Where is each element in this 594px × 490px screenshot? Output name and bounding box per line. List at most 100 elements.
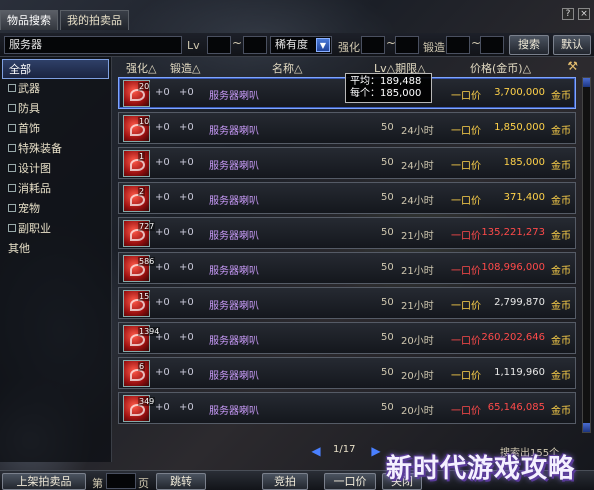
column-price[interactable]: 价格(金币)△ <box>470 60 531 76</box>
search-button[interactable]: 搜索 <box>509 35 549 55</box>
sidebar-item-jewelry[interactable]: 首饰 <box>0 119 111 139</box>
sidebar-item-all[interactable]: 全部 <box>2 59 109 79</box>
row-currency: 金币 <box>551 231 571 242</box>
jump-button[interactable]: 跳转 <box>156 473 206 490</box>
expand-icon[interactable] <box>8 104 16 112</box>
row-name: 服务器喇叭 <box>209 91 259 102</box>
prev-page-icon[interactable]: ◀ <box>309 444 323 458</box>
row-time: 24小时 <box>401 196 434 207</box>
table-row[interactable]: 15 +0 +0 服务器喇叭 50 21小时 一口价 2,799,870 金币 <box>118 287 576 319</box>
enhance-max-field[interactable] <box>395 36 419 54</box>
row-time: 21小时 <box>401 301 434 312</box>
table-row[interactable]: 349 +0 +0 服务器喇叭 50 20小时 一口价 65,146,085 金… <box>118 392 576 424</box>
row-name: 服务器喇叭 <box>209 196 259 207</box>
column-name[interactable]: 名称△ <box>272 60 302 76</box>
row-time: 21小时 <box>401 231 434 242</box>
row-price: 108,996,000 <box>481 262 545 273</box>
scroll-down-icon[interactable] <box>583 423 590 432</box>
item-quantity: 2 <box>138 187 146 196</box>
sidebar-item-blueprint[interactable]: 设计图 <box>0 159 111 179</box>
row-currency: 金币 <box>551 196 571 207</box>
sidebar-item-armor[interactable]: 防具 <box>0 99 111 119</box>
row-price: 1,850,000 <box>494 122 545 133</box>
row-currency: 金币 <box>551 91 571 102</box>
default-button[interactable]: 默认 <box>553 35 591 55</box>
tab-my-auctions[interactable]: 我的拍卖品 <box>60 10 129 30</box>
row-time: 21小时 <box>401 266 434 277</box>
tab-item-search[interactable]: 物品搜索 <box>0 10 58 30</box>
row-price-type: 一口价 <box>451 231 481 242</box>
sidebar-item-special-equip[interactable]: 特殊装备 <box>0 139 111 159</box>
sidebar-item-label: 其他 <box>8 242 30 255</box>
lv-min-field[interactable] <box>207 36 231 54</box>
forge-max-field[interactable] <box>480 36 504 54</box>
row-name: 服务器喇叭 <box>209 231 259 242</box>
table-row[interactable]: 727 +0 +0 服务器喇叭 50 21小时 一口价 135,221,273 … <box>118 217 576 249</box>
enhance-label: 强化 <box>338 41 360 54</box>
row-price: 185,000 <box>503 157 545 168</box>
close-icon[interactable]: × <box>578 8 590 20</box>
page-indicator: 1/17 <box>333 444 356 455</box>
sidebar-item-weapon[interactable]: 武器 <box>0 79 111 99</box>
table-row[interactable]: 6 +0 +0 服务器喇叭 50 20小时 一口价 1,119,960 金币 <box>118 357 576 389</box>
sidebar-item-subclass[interactable]: 副职业 <box>0 219 111 239</box>
forge-min-field[interactable] <box>446 36 470 54</box>
buyout-button[interactable]: 一口价 <box>324 473 376 490</box>
expand-icon[interactable] <box>8 164 16 172</box>
row-name: 服务器喇叭 <box>209 161 259 172</box>
next-page-icon[interactable]: ▶ <box>369 444 383 458</box>
row-enhance: +0 <box>155 157 170 168</box>
row-level: 50 <box>381 402 394 413</box>
sidebar-item-label: 特殊装备 <box>18 142 62 155</box>
bid-button[interactable]: 竞拍 <box>262 473 308 490</box>
expand-icon[interactable] <box>8 124 16 132</box>
sidebar-item-label: 副职业 <box>18 222 51 235</box>
table-row[interactable]: 10 +0 +0 服务器喇叭 50 24小时 一口价 1,850,000 金币 <box>118 112 576 144</box>
column-enhance[interactable]: 强化△ <box>126 60 156 76</box>
scroll-up-icon[interactable] <box>583 78 590 87</box>
expand-icon[interactable] <box>8 84 16 92</box>
page-number-field[interactable] <box>106 473 136 489</box>
server-horn-icon: 349 <box>123 395 156 422</box>
item-quantity: 10 <box>138 117 151 126</box>
price-tooltip: 平均：189,488 每个：185,000 <box>345 73 432 103</box>
sidebar-item-label: 首饰 <box>18 122 40 135</box>
row-forge: +0 <box>179 87 194 98</box>
row-enhance: +0 <box>155 367 170 378</box>
expand-icon[interactable] <box>8 184 16 192</box>
row-name: 服务器喇叭 <box>209 266 259 277</box>
item-quantity: 586 <box>138 257 156 266</box>
rarity-select[interactable]: 稀有度 ▼ <box>270 36 332 54</box>
lv-max-field[interactable] <box>243 36 267 54</box>
sidebar-item-label: 武器 <box>18 82 40 95</box>
sidebar-item-consumable[interactable]: 消耗品 <box>0 179 111 199</box>
enhance-min-field[interactable] <box>361 36 385 54</box>
help-icon[interactable]: ? <box>562 8 574 20</box>
search-input[interactable]: 服务器 <box>4 36 182 54</box>
expand-icon[interactable] <box>8 224 16 232</box>
row-enhance: +0 <box>155 262 170 273</box>
page-suffix-label: 页 <box>138 477 149 490</box>
sidebar-item-other[interactable]: 其他 <box>0 239 111 259</box>
row-forge: +0 <box>179 157 194 168</box>
table-row[interactable]: 1 +0 +0 服务器喇叭 50 24小时 一口价 185,000 金币 <box>118 147 576 179</box>
auction-list: 20 +0 +0 服务器喇叭 50 一口价 3,700,000 金币 10 +0… <box>118 77 578 431</box>
sidebar-item-pet[interactable]: 宠物 <box>0 199 111 219</box>
table-row[interactable]: 586 +0 +0 服务器喇叭 50 21小时 一口价 108,996,000 … <box>118 252 576 284</box>
row-price: 65,146,085 <box>487 402 545 413</box>
pagination: ◀ 1/17 ▶ <box>305 442 387 460</box>
table-row[interactable]: 1394 +0 +0 服务器喇叭 50 20小时 一口价 260,202,646… <box>118 322 576 354</box>
row-enhance: +0 <box>155 297 170 308</box>
column-forge[interactable]: 锻造△ <box>170 60 200 76</box>
list-item-button[interactable]: 上架拍卖品 <box>2 473 86 490</box>
expand-icon[interactable] <box>8 204 16 212</box>
row-level: 50 <box>381 332 394 343</box>
table-row[interactable]: 2 +0 +0 服务器喇叭 50 24小时 一口价 371,400 金币 <box>118 182 576 214</box>
list-scrollbar[interactable] <box>582 77 591 433</box>
expand-icon[interactable] <box>8 144 16 152</box>
row-name: 服务器喇叭 <box>209 406 259 417</box>
row-price-type: 一口价 <box>451 301 481 312</box>
row-name: 服务器喇叭 <box>209 126 259 137</box>
row-price-type: 一口价 <box>451 161 481 172</box>
chevron-down-icon[interactable]: ▼ <box>316 38 330 52</box>
